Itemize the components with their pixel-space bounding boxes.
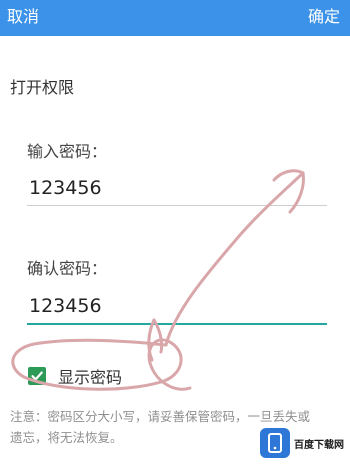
watermark-text: 百度下载网 bbox=[294, 439, 344, 451]
site-watermark: 百度下载网 bbox=[260, 428, 344, 458]
hand-drawn-arrow-scribble-icon bbox=[11, 169, 305, 391]
phone-app-icon bbox=[260, 428, 290, 458]
